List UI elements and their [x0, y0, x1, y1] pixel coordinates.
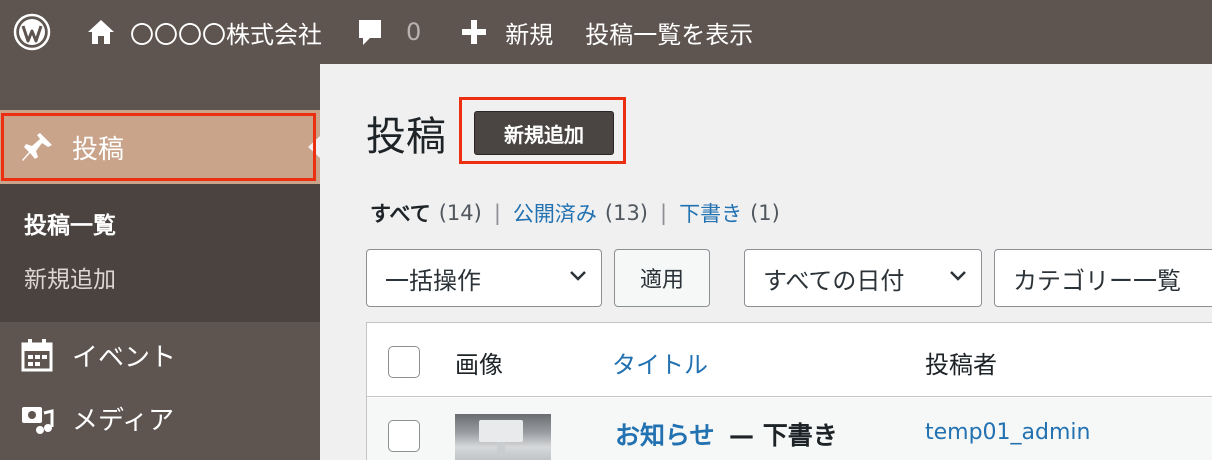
table-row: お知らせ — 下書き temp01_admin [367, 398, 1212, 460]
column-header-author: 投稿者 [925, 351, 997, 379]
admin-bar: 〇〇〇〇株式会社 0 新規 投稿一覧を表示 [0, 0, 1212, 64]
media-icon [22, 407, 54, 434]
column-header-title[interactable]: タイトル [612, 345, 708, 380]
filter-published-count: (13) [604, 201, 648, 225]
new-content-label: 新規 [505, 20, 554, 49]
column-header-image: 画像 [455, 351, 503, 379]
submenu-add-new[interactable]: 新規追加 [24, 260, 116, 294]
menu-media-label: メディア [72, 405, 175, 436]
date-filter-select[interactable]: すべての日付 [744, 249, 982, 307]
bulk-actions-select[interactable]: 一括操作 [366, 249, 602, 307]
chevron-down-icon [950, 271, 966, 281]
posts-submenu: 投稿一覧 新規追加 [0, 184, 320, 322]
thumbnail-screen [479, 420, 523, 442]
plus-icon [462, 20, 487, 44]
posts-table: 画像 タイトル 投稿者 お知らせ — 下書き temp01_admin [366, 322, 1212, 460]
calendar-icon [21, 339, 53, 372]
submenu-all-posts[interactable]: 投稿一覧 [24, 206, 116, 240]
menu-item-events[interactable]: イベント [0, 327, 320, 383]
post-state-label: — 下書き [729, 421, 838, 450]
filter-all-count: (14) [438, 201, 482, 225]
date-filter-value: すべての日付 [763, 266, 905, 295]
site-name-label: 〇〇〇〇株式会社 [130, 20, 322, 49]
page-title: 投稿 [366, 114, 446, 160]
menu-item-media[interactable]: メディア [0, 390, 320, 446]
home-icon [88, 20, 114, 44]
comments-link[interactable]: 0 [356, 0, 421, 64]
post-author-link[interactable]: temp01_admin [925, 420, 1090, 445]
wordpress-icon [13, 13, 51, 51]
category-filter-value: カテゴリー一覧 [1013, 266, 1181, 295]
highlight-box-posts-menu [1, 113, 316, 181]
post-status-filters: すべて (14) | 公開済み (13) | 下書き (1) [370, 198, 780, 228]
new-content-link[interactable]: 新規 [461, 0, 553, 64]
filter-separator: | [660, 201, 668, 225]
post-title-link[interactable]: お知らせ [615, 416, 715, 452]
add-new-button[interactable]: 新規追加 [474, 111, 614, 155]
table-header: 画像 タイトル 投稿者 [367, 323, 1212, 397]
view-posts-label: 投稿一覧を表示 [585, 20, 754, 49]
view-posts-link[interactable]: 投稿一覧を表示 [585, 0, 753, 64]
apply-button[interactable]: 適用 [614, 249, 710, 307]
filter-draft-count: (1) [750, 201, 780, 225]
row-checkbox[interactable] [388, 420, 420, 452]
site-name-link[interactable]: 〇〇〇〇株式会社 [86, 0, 322, 64]
bulk-actions-value: 一括操作 [385, 266, 481, 295]
select-all-checkbox[interactable] [388, 346, 420, 378]
filter-separator: | [493, 201, 501, 225]
thumbnail-stand [497, 442, 505, 454]
category-filter-select[interactable]: カテゴリー一覧 [994, 249, 1212, 307]
menu-events-label: イベント [72, 342, 177, 373]
comment-icon [359, 20, 381, 45]
chevron-down-icon [570, 271, 586, 281]
filter-all[interactable]: すべて [370, 198, 431, 228]
wordpress-logo-button[interactable] [0, 0, 64, 64]
comment-count: 0 [406, 18, 422, 46]
post-thumbnail [455, 414, 551, 460]
filter-draft[interactable]: 下書き [679, 198, 742, 228]
filter-published[interactable]: 公開済み [513, 198, 597, 228]
